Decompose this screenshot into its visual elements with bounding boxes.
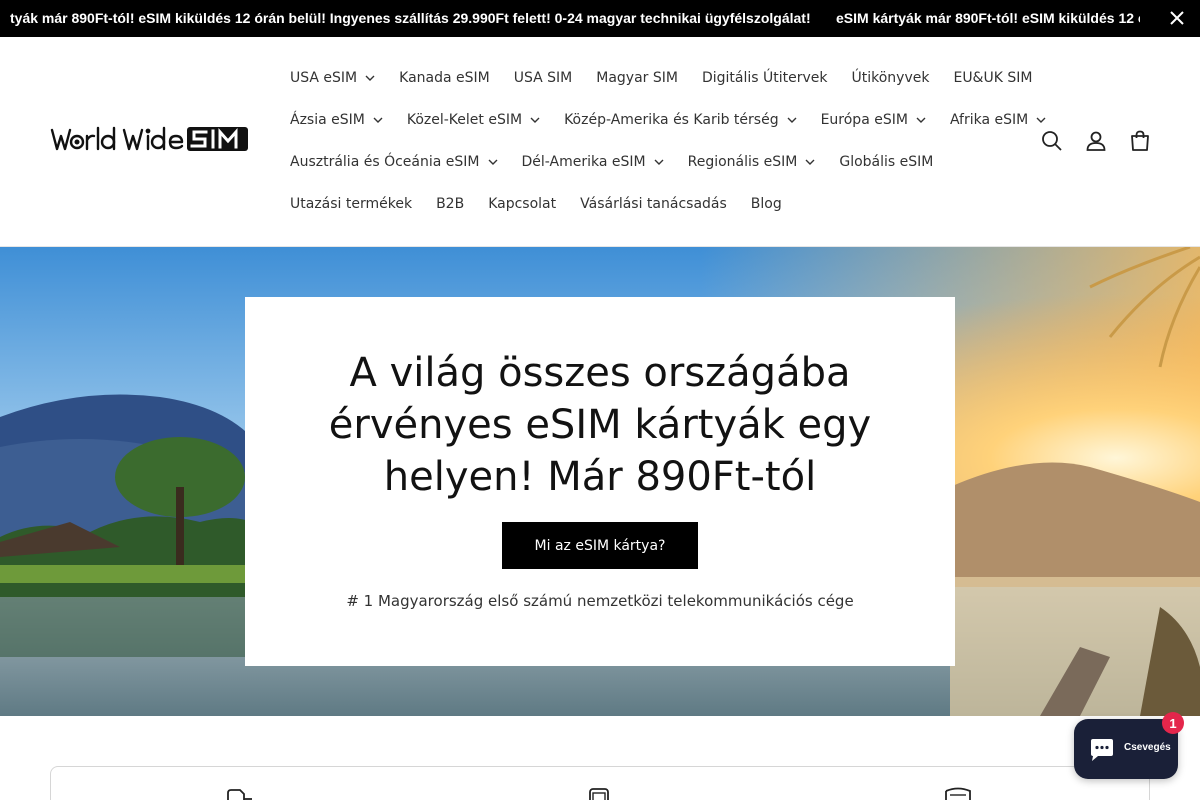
nav-item-usa-esim[interactable]: USA eSIM [290, 70, 375, 86]
nav-item-azsia-esim[interactable]: Ázsia eSIM [290, 112, 383, 128]
nav-item-label: B2B [436, 196, 465, 212]
header-icons [1020, 129, 1152, 153]
hero-card: A világ összes országába érvényes eSIM k… [245, 297, 955, 666]
world-wide-sim-logo [50, 126, 248, 151]
nav-item-label: USA eSIM [290, 70, 358, 86]
nav-row: Ázsia eSIM Közel-Kelet eSIM Közép-Amerik… [290, 110, 1070, 130]
announcement-message: tyák már 890Ft-tól! eSIM kiküldés 12 órá… [10, 10, 811, 26]
chevron-down-icon [530, 117, 540, 123]
nav-item-label: Kapcsolat [488, 196, 557, 212]
account-icon[interactable] [1084, 129, 1108, 153]
nav-item-label: Ausztrália és Óceánia eSIM [290, 154, 480, 170]
nav-item-label: Ázsia eSIM [290, 112, 365, 128]
nav-item-utazasi-termekek[interactable]: Utazási termékek [290, 196, 412, 212]
chevron-down-icon [488, 159, 498, 165]
nav-item-kozep-amerika[interactable]: Közép-Amerika és Karib térség [564, 112, 797, 128]
site-header: USA eSIM Kanada eSIM USA SIM Magyar SIM … [0, 37, 1200, 247]
nav-item-utikonyvek[interactable]: Útikönyvek [852, 70, 930, 86]
nav-item-digitalis-utitervek[interactable]: Digitális Útitervek [702, 70, 828, 86]
chevron-down-icon [1036, 117, 1046, 123]
nav-item-label: Digitális Útitervek [701, 70, 828, 86]
chevron-down-icon [654, 159, 664, 165]
nav-row: Ausztrália és Óceánia eSIM Dél-Amerika e… [290, 152, 957, 172]
nav-item-blog[interactable]: Blog [751, 196, 782, 212]
nav-item-label: Vásárlási tanácsadás [580, 196, 727, 212]
search-icon[interactable] [1040, 129, 1064, 153]
chat-label: Csevegés [1124, 742, 1171, 753]
announcement-message: eSIM kártyák már 890Ft-tól! eSIM kiküldé… [836, 10, 1140, 26]
nav-item-b2b[interactable]: B2B [436, 196, 464, 212]
chevron-down-icon [365, 75, 375, 81]
chevron-down-icon [787, 117, 797, 123]
nav-item-label: Közel-Kelet eSIM [406, 112, 523, 128]
features-strip [50, 766, 1150, 800]
nav-item-label: EU&UK SIM [953, 70, 1033, 86]
nav-item-label: Utazási termékek [290, 196, 413, 212]
announcement-track: tyák már 890Ft-tól! eSIM kiküldés 12 órá… [0, 0, 1140, 37]
hero-banner: A világ összes országába érvényes eSIM k… [0, 247, 1200, 716]
cart-icon[interactable] [1128, 129, 1152, 153]
nav-item-afrika-esim[interactable]: Afrika eSIM [950, 112, 1046, 128]
nav-item-label: Blog [750, 196, 782, 212]
chevron-down-icon [373, 117, 383, 123]
nav-item-europa-esim[interactable]: Európa eSIM [821, 112, 926, 128]
hero-subtitle: # 1 Magyarország első számú nemzetközi t… [346, 592, 854, 610]
close-icon[interactable] [1168, 9, 1186, 27]
nav-item-globalis-esim[interactable]: Globális eSIM [839, 154, 933, 170]
nav-item-label: Globális eSIM [839, 154, 934, 170]
shield-icon [944, 787, 972, 800]
nav-item-label: Dél-Amerika eSIM [521, 154, 646, 170]
nav-item-kozel-kelet-esim[interactable]: Közel-Kelet eSIM [407, 112, 540, 128]
nav-item-label: Közép-Amerika és Karib térség [564, 112, 779, 128]
nav-item-label: Afrika eSIM [949, 112, 1029, 128]
nav-row: Utazási termékek B2B Kapcsolat Vásárlási… [290, 194, 806, 214]
logo[interactable] [50, 124, 250, 156]
chat-notification-badge: 1 [1162, 712, 1184, 734]
nav-row: USA eSIM Kanada eSIM USA SIM Magyar SIM … [290, 68, 1056, 88]
announcement-bar: tyák már 890Ft-tól! eSIM kiküldés 12 órá… [0, 0, 1200, 37]
nav-item-magyar-sim[interactable]: Magyar SIM [596, 70, 678, 86]
chevron-down-icon [805, 159, 815, 165]
nav-item-del-amerika-esim[interactable]: Dél-Amerika eSIM [522, 154, 664, 170]
nav-item-ausztralia-oceania-esim[interactable]: Ausztrália és Óceánia eSIM [290, 154, 498, 170]
nav-item-label: USA SIM [513, 70, 573, 86]
hero-title: A világ összes országába érvényes eSIM k… [328, 350, 872, 500]
chevron-down-icon [916, 117, 926, 123]
phone-icon [587, 787, 615, 800]
nav-item-label: Kanada eSIM [399, 70, 490, 86]
nav-item-label: Útikönyvek [851, 70, 930, 86]
nav-item-label: Magyar SIM [596, 70, 678, 86]
chat-bubble-icon [1088, 738, 1116, 766]
what-is-esim-button[interactable]: Mi az eSIM kártya? [502, 522, 698, 569]
nav-item-label: Európa eSIM [820, 112, 908, 128]
nav-item-regionalis-esim[interactable]: Regionális eSIM [688, 154, 816, 170]
nav-item-eu-uk-sim[interactable]: EU&UK SIM [953, 70, 1032, 86]
nav-item-usa-sim[interactable]: USA SIM [514, 70, 573, 86]
device-icon [226, 787, 254, 800]
nav-item-label: Regionális eSIM [687, 154, 798, 170]
nav-item-kanada-esim[interactable]: Kanada eSIM [399, 70, 490, 86]
nav-item-vasarlasi-tanacsadas[interactable]: Vásárlási tanácsadás [580, 196, 727, 212]
nav-item-kapcsolat[interactable]: Kapcsolat [488, 196, 556, 212]
